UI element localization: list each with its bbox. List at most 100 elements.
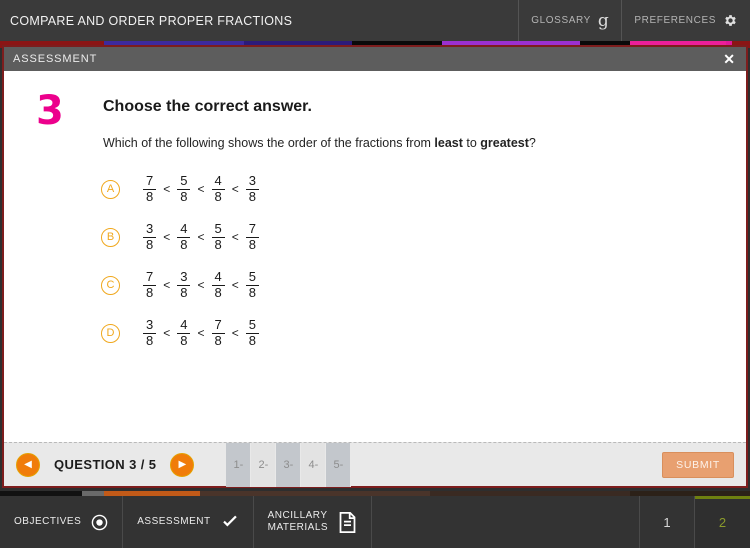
prompt-mid: to [462,136,481,150]
glossary-label: GLOSSARY [531,15,591,26]
glossary-button[interactable]: GLOSSARY g [518,0,621,41]
fraction: 48 [177,220,191,253]
option-expression: 3 8 <4 8 <7 8 <5 8 [136,316,266,349]
question-counter: QUESTION 3 / 5 [54,457,157,472]
fraction-numerator: 5 [214,220,222,236]
next-question-button[interactable]: ▶ [170,452,195,477]
fraction-denominator: 8 [245,332,259,349]
fraction-numerator: 4 [214,172,222,188]
question-tab-2[interactable]: 2- [251,442,277,487]
fraction: 48 [211,268,225,301]
fraction-numerator: 4 [180,220,188,236]
toolbar-item-objectives[interactable]: OBJECTIVES [0,496,124,548]
question-prompt: Which of the following shows the order o… [103,136,746,150]
option-letter-c[interactable]: C [101,275,120,295]
question-heading: Choose the correct answer. [103,98,312,115]
fraction: 38 [143,221,157,253]
fraction-numerator: 3 [146,316,154,332]
fraction-numerator: 4 [180,316,188,332]
fraction-numerator: 4 [214,268,222,284]
assessment-modal: ASSESSMENT ✕ 3 Choose the correct answer… [2,45,748,488]
check-icon [221,513,239,531]
option-expression: 7 8 <3 8 <4 8 <5 8 [136,268,266,301]
fraction-denominator: 8 [177,332,191,349]
bottom-toolbar: OBJECTIVES ASSESSMENT ANCILLARY MATERIALS [0,496,750,548]
comparison-operator: < [231,326,239,340]
question-number: 3 [36,88,64,134]
toolbar-item-ancillary-materials[interactable]: ANCILLARY MATERIALS [254,496,373,548]
modal-title: ASSESSMENT [13,53,98,65]
prompt-prefix: Which of the following shows the order o… [103,136,435,150]
comparison-operator: < [197,182,205,196]
modal-title-bar: ASSESSMENT ✕ [4,47,746,71]
fraction-numerator: 7 [146,268,154,284]
comparison-operator: < [197,326,205,340]
submit-button[interactable]: SUBMIT [662,451,734,478]
close-icon[interactable]: ✕ [721,52,737,66]
fraction-numerator: 5 [248,316,256,332]
prompt-bold-greatest: greatest [480,136,529,150]
toolbar-item-assessment[interactable]: ASSESSMENT [123,496,254,548]
question-tab-5[interactable]: 5- [326,442,352,487]
option-letter-b[interactable]: B [101,227,120,247]
fraction-numerator: 7 [146,172,154,188]
fraction-denominator: 8 [143,332,157,349]
option-expression: 7 8 <5 8 <4 8 <3 8 [136,172,266,205]
prompt-suffix: ? [528,136,536,150]
assessment-label: ASSESSMENT [137,515,211,527]
top-header: COMPARE AND ORDER PROPER FRACTIONS GLOSS… [0,0,750,41]
comparison-operator: < [163,230,171,244]
comparison-operator: < [197,230,205,244]
answer-option[interactable]: D 3 8 <4 8 <7 8 <5 8 [101,309,746,357]
page-button-1[interactable]: 1 [640,496,695,548]
preferences-label: PREFERENCES [634,15,716,26]
document-icon [338,511,357,533]
objectives-label: OBJECTIVES [14,515,82,527]
question-tab-3[interactable]: 3- [276,442,302,487]
fraction-denominator: 8 [245,284,259,301]
fraction-denominator: 8 [143,236,157,253]
fraction: 38 [245,172,259,205]
prev-question-button[interactable]: ◀ [16,452,40,477]
fraction: 58 [211,220,225,253]
fraction-denominator: 8 [177,188,191,205]
fraction-denominator: 8 [211,188,225,205]
answer-option[interactable]: B 3 8 <4 8 <5 8 <7 8 [101,213,746,261]
comparison-operator: < [163,278,171,292]
option-letter-a[interactable]: A [101,179,120,199]
fraction-numerator: 5 [248,268,256,284]
preferences-button[interactable]: PREFERENCES [621,0,750,41]
fraction-numerator: 5 [180,172,188,188]
fraction: 38 [143,316,157,349]
fraction-denominator: 8 [177,284,191,301]
answer-options: A 7 8 <5 8 <4 8 <3 8 B 3 8 <4 8 <5 8 <7 8 C 7 8 <3 8 <4 8 <5 8 D 3 8 <… [101,165,746,357]
page-button-2[interactable]: 2 [695,496,750,548]
fraction: 78 [143,172,157,205]
fraction-denominator: 8 [211,284,225,301]
question-tab-4[interactable]: 4- [301,442,327,487]
fraction-numerator: 3 [180,268,188,284]
gear-icon [723,13,738,28]
fraction-denominator: 8 [143,284,157,301]
fraction: 58 [177,172,191,205]
fraction-numerator: 3 [248,172,256,188]
comparison-operator: < [231,230,239,244]
fraction: 58 [245,316,259,349]
fraction-numerator: 7 [214,316,222,332]
question-nav-footer: ◀ QUESTION 3 / 5 ▶ 1- 2- 3- 4- 5- SUBMIT [4,442,746,487]
answer-option[interactable]: C 7 8 <3 8 <4 8 <5 8 [101,261,746,309]
fraction: 78 [143,268,157,301]
assessment-app: COMPARE AND ORDER PROPER FRACTIONS GLOSS… [0,0,750,548]
question-tab-1[interactable]: 1- [226,442,252,487]
option-expression: 3 8 <4 8 <5 8 <7 8 [136,220,266,253]
comparison-operator: < [197,278,205,292]
comparison-operator: < [163,182,171,196]
answer-option[interactable]: A 7 8 <5 8 <4 8 <3 8 [101,165,746,213]
target-icon [91,514,108,531]
comparison-operator: < [163,326,171,340]
option-letter-d[interactable]: D [101,323,120,343]
ancillary-materials-label: ANCILLARY MATERIALS [267,509,329,534]
fraction: 38 [177,268,191,301]
fraction-denominator: 8 [177,236,191,253]
fraction: 78 [245,221,259,253]
